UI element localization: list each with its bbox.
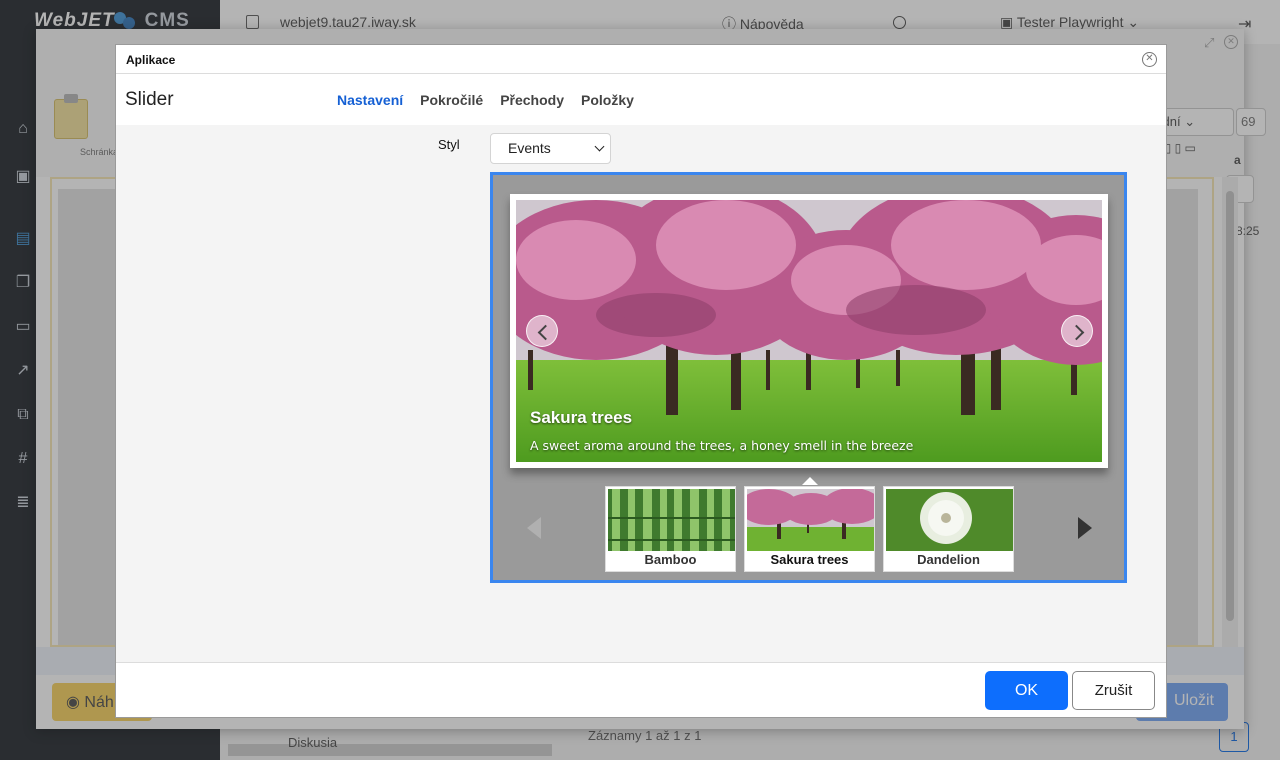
dialog-titlebar: Aplikace ✕ (116, 45, 1166, 74)
slide-next-icon[interactable] (1061, 315, 1093, 347)
dialog-footer: OK Zrušit (116, 662, 1166, 717)
dialog-header: Slider Nastavení Pokročilé Přechody Polo… (116, 74, 1166, 125)
sakura-image (747, 489, 874, 551)
bamboo-image (608, 489, 735, 551)
thumbnail-label: Sakura trees (770, 552, 849, 567)
tab-pokrocile[interactable]: Pokročilé (420, 92, 483, 108)
slider-preview: Sakura trees A sweet aroma around the tr… (490, 172, 1127, 583)
dialog-close-icon[interactable]: ✕ (1142, 52, 1157, 67)
style-select-value: Events (508, 140, 551, 156)
dialog-body: Styl Events Sakura trees A sweet aroma a… (116, 125, 1166, 662)
thumbnail-bamboo[interactable]: Bamboo (605, 486, 736, 572)
cancel-button[interactable]: Zrušit (1072, 671, 1155, 710)
ok-button[interactable]: OK (985, 671, 1068, 710)
thumbnail-label: Bamboo (644, 552, 697, 567)
application-dialog: Aplikace ✕ Slider Nastavení Pokročilé Př… (115, 44, 1167, 718)
slide-image: Sakura trees A sweet aroma around the tr… (516, 200, 1102, 462)
tab-nastaveni[interactable]: Nastavení (337, 92, 403, 108)
dandelion-image (886, 489, 1013, 551)
slide-frame: Sakura trees A sweet aroma around the tr… (510, 194, 1108, 468)
style-select[interactable]: Events (490, 133, 611, 164)
thumbs-next-icon[interactable] (1078, 517, 1092, 539)
dialog-title: Aplikace (126, 53, 176, 67)
thumb-pointer (802, 477, 818, 485)
app-name: Slider (125, 89, 174, 110)
thumbnail-label: Dandelion (917, 552, 980, 567)
tab-polozky[interactable]: Položky (581, 92, 634, 108)
thumbs-prev-icon[interactable] (527, 517, 541, 539)
style-label: Styl (438, 137, 460, 152)
thumbnail-sakura[interactable]: Sakura trees (744, 486, 875, 572)
dialog-tabs: Nastavení Pokročilé Přechody Položky (337, 92, 634, 108)
chevron-down-icon (594, 141, 605, 152)
thumbnail-dandelion[interactable]: Dandelion (883, 486, 1014, 572)
slide-caption-title: Sakura trees (530, 408, 633, 427)
slide-prev-icon[interactable] (526, 315, 558, 347)
tab-prechody[interactable]: Přechody (500, 92, 564, 108)
slide-caption-text: A sweet aroma around the trees, a honey … (530, 438, 914, 453)
